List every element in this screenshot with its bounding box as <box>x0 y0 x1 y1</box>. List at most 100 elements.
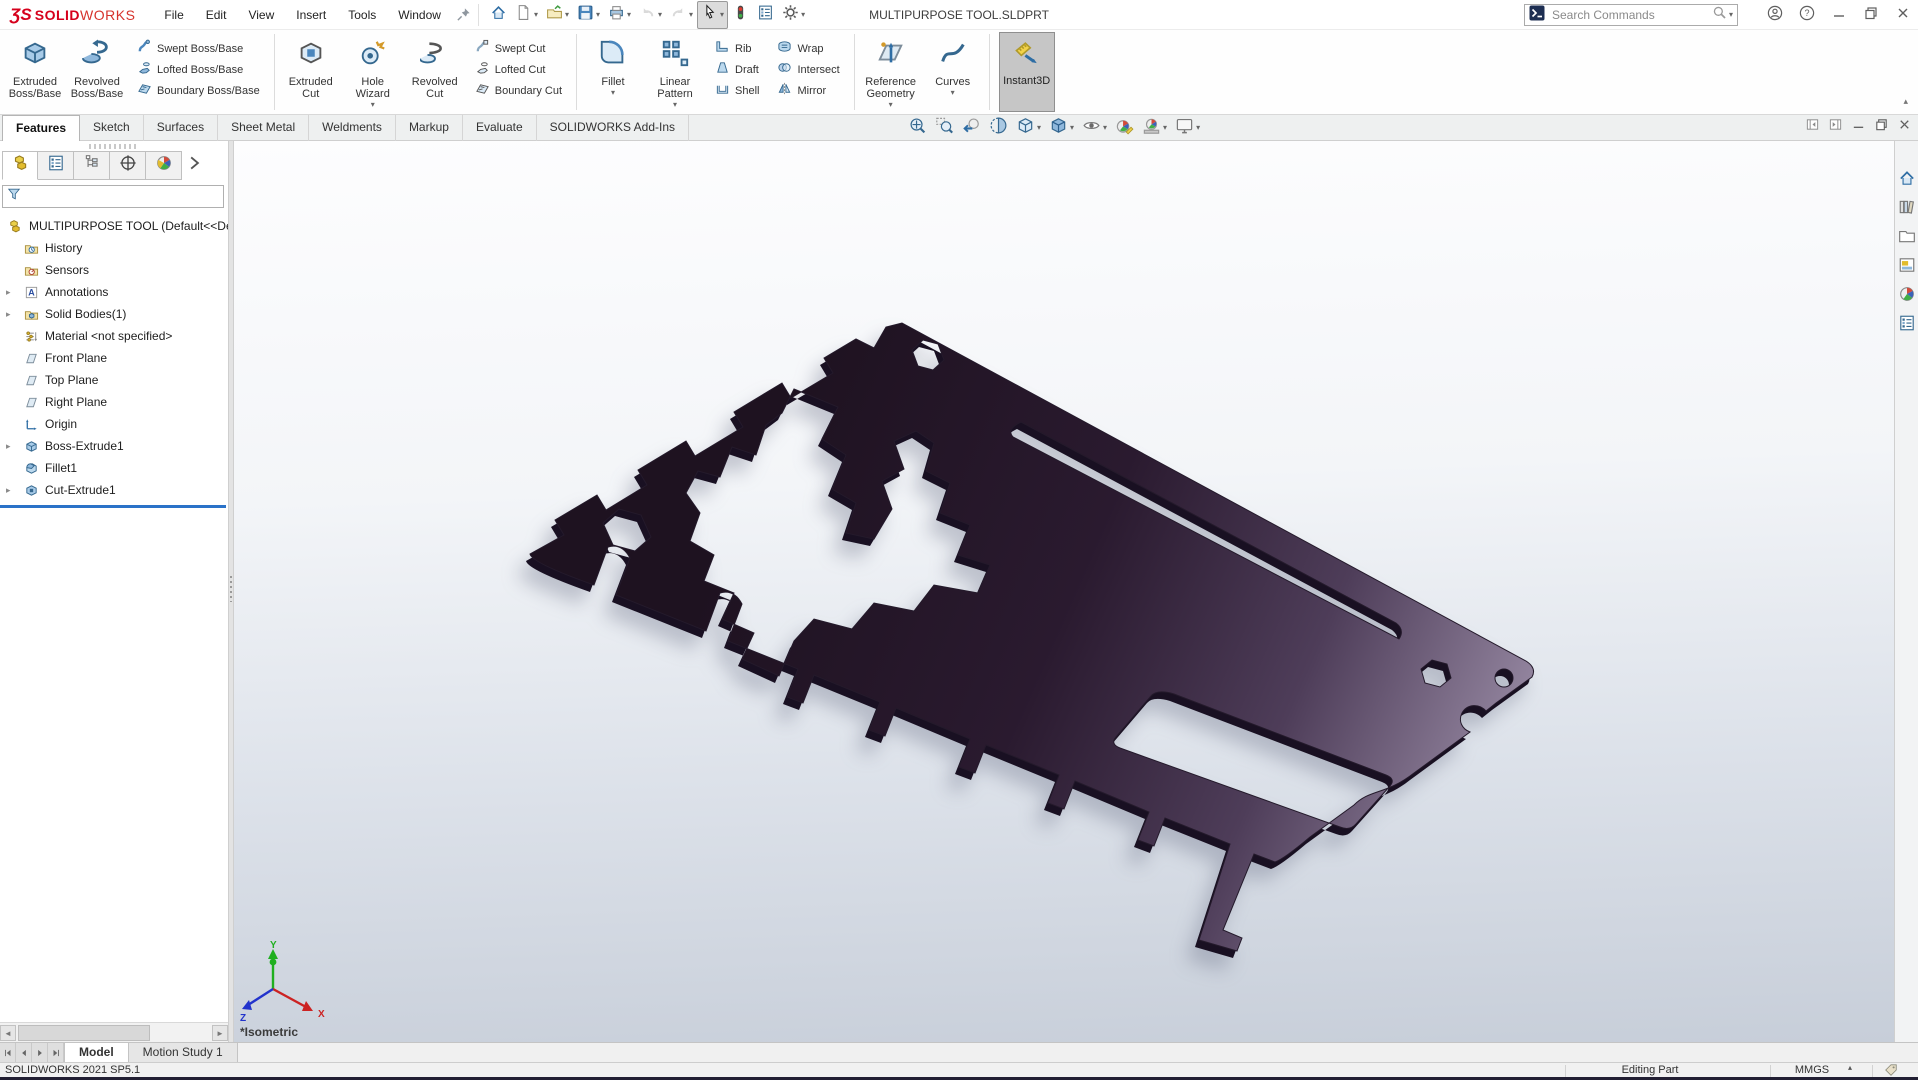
configurationmanager-tab[interactable] <box>74 151 110 180</box>
tree-item-root[interactable]: MULTIPURPOSE TOOL (Default<<Def <box>0 215 228 237</box>
extruded-cut-button[interactable]: Extruded Cut <box>280 32 342 112</box>
menu-file[interactable]: File <box>153 0 194 30</box>
menu-window[interactable]: Window <box>387 0 452 30</box>
previous-view-button[interactable] <box>959 114 984 142</box>
draft-button[interactable]: Draft <box>710 59 764 80</box>
home-button[interactable] <box>486 1 511 29</box>
view-settings-button[interactable]: ▾ <box>1172 114 1203 142</box>
dimxpertmanager-tab[interactable] <box>110 151 146 180</box>
menu-insert[interactable]: Insert <box>285 0 337 30</box>
search-box[interactable]: ▾ <box>1524 4 1738 26</box>
fillet-button[interactable]: Fillet ▾ <box>582 32 644 112</box>
taskpane-file-explorer-button[interactable] <box>1896 227 1918 249</box>
minimize-document-button[interactable] <box>1851 117 1866 137</box>
tab-model[interactable]: Model <box>64 1043 129 1062</box>
tree-item-sensors[interactable]: Sensors <box>0 259 228 281</box>
tree-item-solid-bodies-1-[interactable]: ▸ Solid Bodies(1) <box>0 303 228 325</box>
boundary-boss-base-button[interactable]: Boundary Boss/Base <box>132 80 265 101</box>
dropdown-caret[interactable]: ▾ <box>596 10 600 19</box>
dropdown-caret[interactable]: ▾ <box>801 10 805 19</box>
tab-sketch[interactable]: Sketch <box>80 115 144 141</box>
taskpane-appearances-scenes-button[interactable] <box>1896 285 1918 307</box>
taskpane-custom-properties-button[interactable] <box>1896 314 1918 336</box>
sign-in-button[interactable] <box>1762 3 1788 27</box>
units-caret-icon[interactable]: ▴ <box>1848 1063 1852 1072</box>
collapse-pane-right-button[interactable] <box>1828 117 1843 137</box>
close-window-button[interactable] <box>1890 3 1916 27</box>
taskpane-home-tab-button[interactable] <box>1896 169 1918 191</box>
menu-edit[interactable]: Edit <box>195 0 238 30</box>
hide-show-items-button[interactable]: ▾ <box>1079 114 1110 142</box>
zoom-to-fit-button[interactable] <box>905 114 930 142</box>
scrollbar-thumb[interactable] <box>18 1025 150 1041</box>
expand-arrow-icon[interactable]: ▸ <box>6 309 11 320</box>
lofted-cut-button[interactable]: Lofted Cut <box>470 59 567 80</box>
new-document-button[interactable]: ▾ <box>511 1 542 29</box>
dropdown-caret[interactable]: ▾ <box>658 10 662 19</box>
dropdown-caret[interactable]: ▾ <box>611 89 615 97</box>
curves-button[interactable]: Curves ▾ <box>922 32 984 112</box>
expand-tabs[interactable] <box>182 151 206 180</box>
tab-scroll-last-button[interactable] <box>48 1043 64 1062</box>
scroll-left-arrow[interactable]: ◄ <box>0 1025 16 1041</box>
tree-item-material-not-specified-[interactable]: Material <not specified> <box>0 325 228 347</box>
featuremanager-design-tree-tab[interactable] <box>2 151 38 180</box>
tree-item-annotations[interactable]: ▸ A Annotations <box>0 281 228 303</box>
expand-arrow-icon[interactable]: ▸ <box>6 441 11 452</box>
linear-pattern-button[interactable]: Linear Pattern ▾ <box>644 32 706 112</box>
tree-item-right-plane[interactable]: Right Plane <box>0 391 228 413</box>
revolved-cut-button[interactable]: Revolved Cut <box>404 32 466 112</box>
tab-scroll-previous-button[interactable] <box>16 1043 32 1062</box>
instant3d-toggle-button[interactable]: Instant3D <box>998 32 1055 112</box>
rebuild-button[interactable] <box>728 1 753 29</box>
tree-item-origin[interactable]: Origin <box>0 413 228 435</box>
model-3d-multitool-card[interactable] <box>234 141 1894 1042</box>
search-input[interactable] <box>1550 7 1712 23</box>
dropdown-caret[interactable]: ▾ <box>689 10 693 19</box>
dropdown-caret[interactable]: ▾ <box>627 10 631 19</box>
dropdown-caret[interactable]: ▾ <box>1037 124 1041 132</box>
open-button[interactable]: ▾ <box>542 1 573 29</box>
minimize-window-button[interactable] <box>1826 3 1852 27</box>
tree-item-front-plane[interactable]: Front Plane <box>0 347 228 369</box>
shell-button[interactable]: Shell <box>710 80 764 101</box>
dropdown-caret[interactable]: ▾ <box>1163 124 1167 132</box>
dropdown-caret[interactable]: ▾ <box>673 101 677 109</box>
display-style-button[interactable]: ▾ <box>1046 114 1077 142</box>
tab-features[interactable]: Features <box>2 115 81 141</box>
swept-cut-button[interactable]: Swept Cut <box>470 38 567 59</box>
revolved-boss-base-button[interactable]: Revolved Boss/Base <box>66 32 128 112</box>
rib-button[interactable]: Rib <box>710 38 764 59</box>
menu-tools[interactable]: Tools <box>337 0 387 30</box>
displaymanager-tab[interactable] <box>146 151 182 180</box>
search-dropdown-caret[interactable]: ▾ <box>1729 11 1733 19</box>
dropdown-caret[interactable]: ▾ <box>534 10 538 19</box>
undo-button[interactable]: ▾ <box>635 1 666 29</box>
tree-item-fillet1[interactable]: Fillet1 <box>0 457 228 479</box>
restore-window-button[interactable] <box>1858 3 1884 27</box>
dropdown-caret[interactable]: ▾ <box>951 89 955 97</box>
propertymanager-tab[interactable] <box>38 151 74 180</box>
tab-solidworks-add-ins[interactable]: SOLIDWORKS Add-Ins <box>537 115 690 141</box>
reference-geometry-button[interactable]: Reference Geometry ▾ <box>860 32 922 112</box>
lofted-boss-base-button[interactable]: Lofted Boss/Base <box>132 59 265 80</box>
panel-grip[interactable] <box>89 144 139 149</box>
tab-weldments[interactable]: Weldments <box>309 115 396 141</box>
boundary-cut-button[interactable]: Boundary Cut <box>470 80 567 101</box>
tab-surfaces[interactable]: Surfaces <box>144 115 219 141</box>
close-document-button[interactable] <box>1897 117 1912 137</box>
tree-filter-input[interactable] <box>2 185 224 208</box>
taskpane-design-library-button[interactable] <box>1896 198 1918 220</box>
save-button[interactable]: ▾ <box>573 1 604 29</box>
tab-scroll-first-button[interactable] <box>0 1043 16 1062</box>
select-button[interactable]: ▾ <box>697 0 729 29</box>
dropdown-caret[interactable]: ▾ <box>1070 124 1074 132</box>
tree-item-history[interactable]: History <box>0 237 228 259</box>
intersect-button[interactable]: Intersect <box>772 59 844 80</box>
expand-arrow-icon[interactable]: ▸ <box>6 485 11 496</box>
tab-sheet-metal[interactable]: Sheet Metal <box>218 115 310 141</box>
zoom-to-area-button[interactable] <box>932 114 957 142</box>
redo-button[interactable]: ▾ <box>666 1 697 29</box>
tab-evaluate[interactable]: Evaluate <box>463 115 537 141</box>
wrap-button[interactable]: Wrap <box>772 38 844 59</box>
